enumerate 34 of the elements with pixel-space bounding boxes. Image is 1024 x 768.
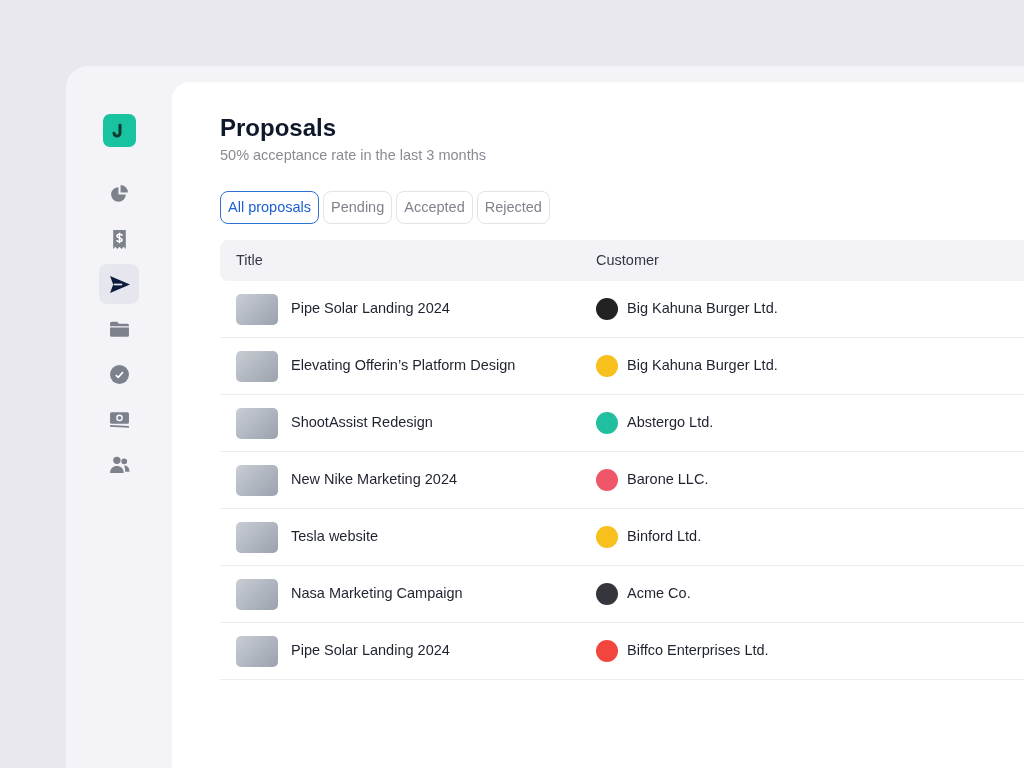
filter-tab[interactable]: All proposals <box>220 190 319 225</box>
proposal-title: Nasa Marketing Campaign <box>291 584 463 604</box>
photo-placeholder <box>236 521 278 553</box>
photo-placeholder <box>236 407 278 439</box>
filter-tab[interactable]: Accepted <box>396 190 473 225</box>
column-header: Customer <box>596 250 659 270</box>
proposal-title: New Nike Marketing 2024 <box>291 470 458 490</box>
proposal-title: ShootAssist Redesign <box>291 413 433 433</box>
proposal-title: Pipe Solar Landing 2024 <box>291 299 450 319</box>
page-subtitle: 50% acceptance rate in the last 3 months <box>220 145 487 165</box>
page-title: Proposals <box>220 114 338 143</box>
check-circle-icon <box>108 363 130 385</box>
photo-placeholder <box>236 464 278 496</box>
column-header: Title <box>236 250 263 270</box>
customer-name: Big Kahuna Burger Ltd. <box>627 356 778 376</box>
send-icon <box>108 273 130 295</box>
customer-name: Abstergo Ltd. <box>627 413 714 433</box>
proposal-title: Elevating Offerin’s Platform Design <box>291 356 516 376</box>
photo-placeholder <box>236 293 278 325</box>
photo-placeholder <box>236 578 278 610</box>
app-logo[interactable] <box>102 114 136 147</box>
photo-placeholder <box>236 635 278 667</box>
customer-name: Binford Ltd. <box>627 527 702 547</box>
customer-name: Barone LLC. <box>627 470 709 490</box>
proposal-title: Tesla website <box>291 527 379 547</box>
sidebar-nav-item[interactable] <box>99 264 139 304</box>
customer-name: Acme Co. <box>627 584 691 604</box>
pie-chart-icon <box>108 183 130 205</box>
customer-name: Biffco Enterprises Ltd. <box>627 641 769 661</box>
filter-tab[interactable]: Pending <box>323 190 393 225</box>
photo-placeholder <box>236 350 278 382</box>
filter-tab[interactable]: Rejected <box>476 190 550 225</box>
customer-name: Big Kahuna Burger Ltd. <box>627 299 778 319</box>
proposal-title: Pipe Solar Landing 2024 <box>291 641 450 661</box>
